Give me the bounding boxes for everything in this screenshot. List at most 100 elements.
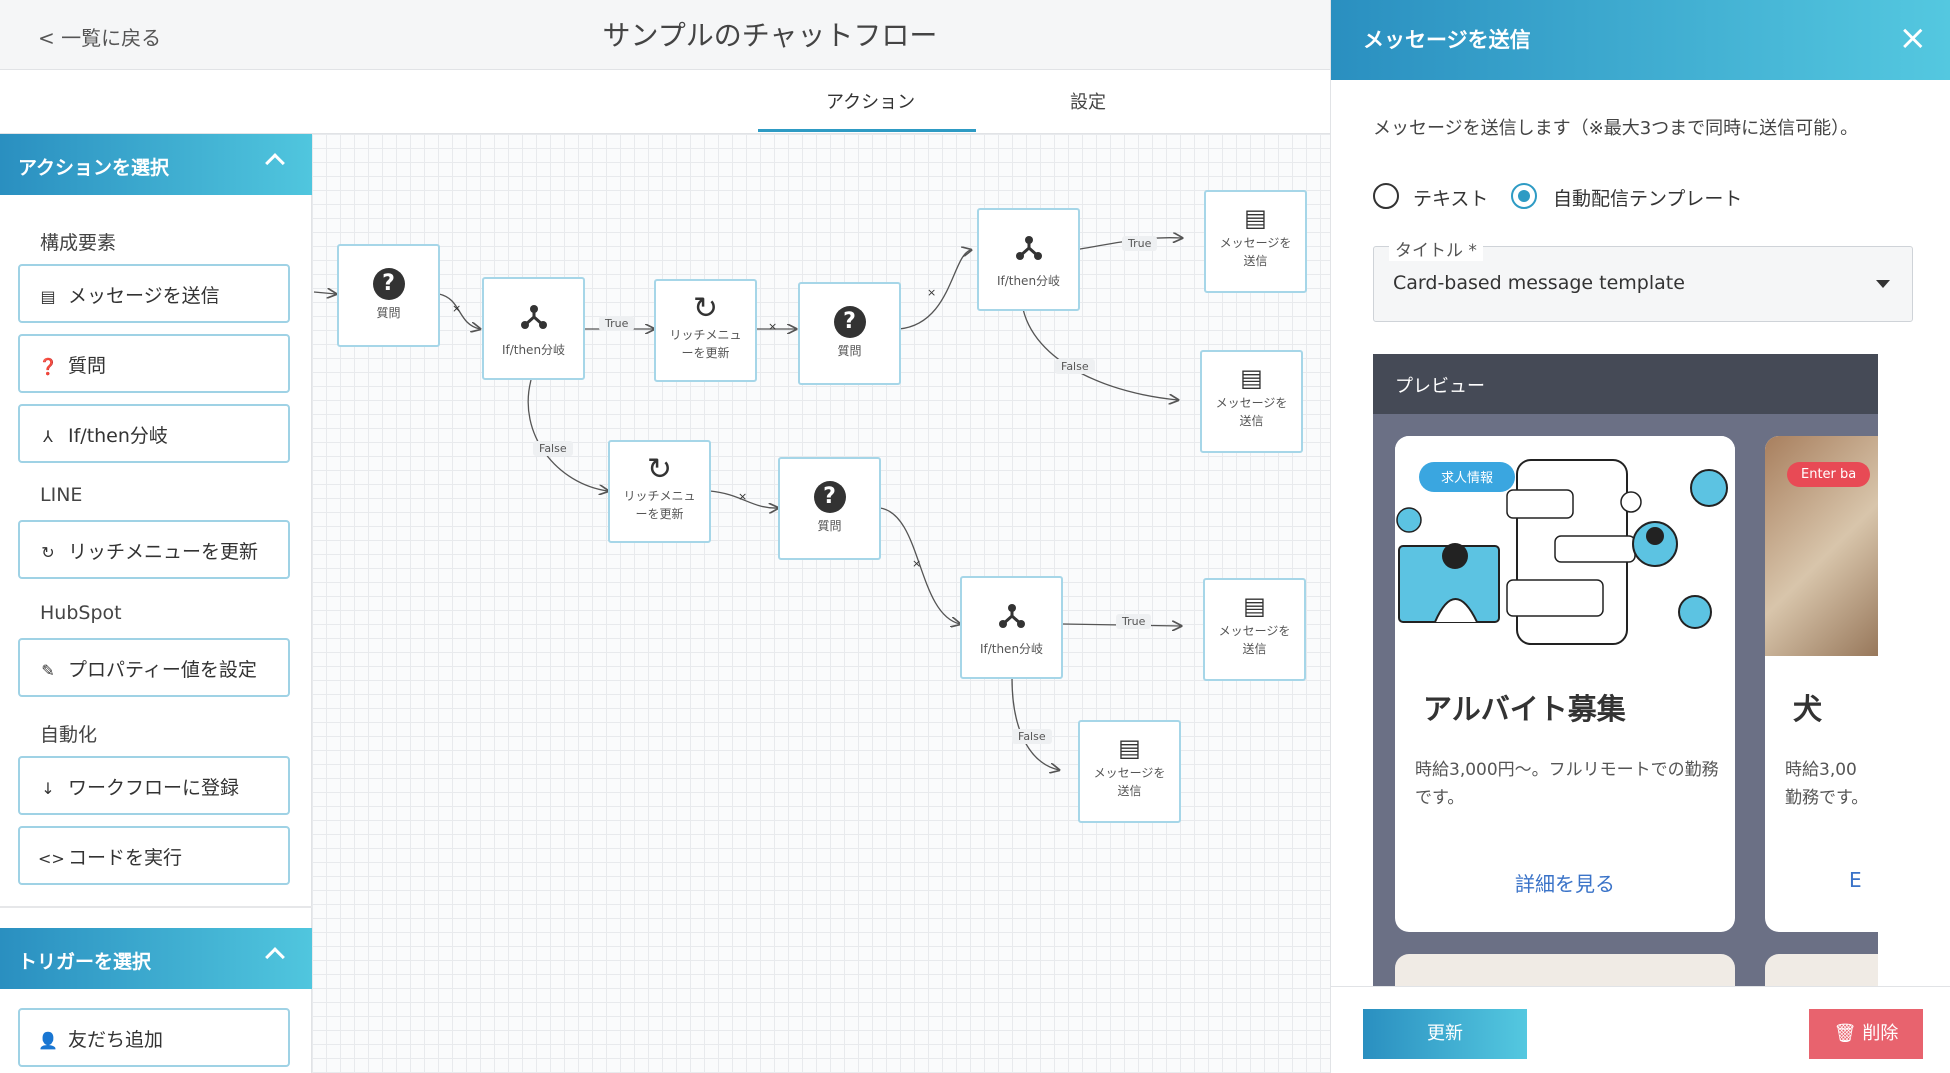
node-label: If/then分岐 — [979, 642, 1044, 656]
panel-header: メッセージを送信 × — [1331, 0, 1950, 80]
update-button[interactable]: 更新 — [1363, 1009, 1527, 1059]
radio-template[interactable] — [1511, 183, 1537, 209]
delete-button[interactable]: 🗑 削除 — [1809, 1009, 1923, 1059]
edge-delete-x[interactable]: × — [452, 302, 461, 315]
card-title: アルバイト募集 — [1423, 692, 1626, 726]
edge-delete-x[interactable]: × — [768, 320, 777, 333]
card-detail-link[interactable]: E — [1849, 868, 1862, 892]
add-enroll-workflow-button[interactable]: ↓ ワークフローに登録 — [18, 756, 290, 815]
node-send-message-1[interactable]: ▤ メッセージを 送信 — [1204, 190, 1307, 293]
add-question-button[interactable]: ❓ 質問 — [18, 334, 290, 393]
edge-entry — [313, 292, 336, 294]
preview-card-1: 求人情報 アルバイト募集 時給3,000円〜。フルリモートでの勤務です。 詳細を… — [1395, 436, 1735, 932]
flow-canvas[interactable]: ? 質問 If/then分岐 ↻ リッチメニュ ーを更新 ? 質問 If/then… — [312, 134, 1330, 1073]
radio-template-label[interactable]: 自動配信テンプレート — [1553, 184, 1742, 211]
preview-card-4 — [1765, 954, 1878, 986]
add-run-code-label: コードを実行 — [68, 847, 183, 869]
triggers-header-label: トリガーを選択 — [18, 951, 152, 973]
add-rich-menu-button[interactable]: ↻ リッチメニューを更新 — [18, 520, 290, 579]
add-friend-trigger-button[interactable]: 👤 友だち追加 — [18, 1008, 290, 1067]
branch-icon — [998, 604, 1025, 628]
actions-header-label: アクションを選択 — [18, 157, 170, 179]
triggers-section-header[interactable]: トリガーを選択 — [0, 928, 312, 989]
panel-footer: 更新 🗑 削除 — [1331, 986, 1950, 1073]
question-icon: ? — [813, 481, 846, 513]
tab-underline — [758, 129, 976, 132]
node-question-3[interactable]: ? 質問 — [778, 457, 881, 560]
chevron-up-icon[interactable] — [265, 947, 285, 967]
add-send-message-button[interactable]: ▤ メッセージを送信 — [18, 264, 290, 323]
card-badge: 求人情報 — [1441, 471, 1493, 486]
template-preview: プレビュー 求人情報 アルバイト募集 時給3,000円〜。フルリモートでの勤務で… — [1373, 354, 1878, 986]
node-label: メッセージを 送信 — [1202, 394, 1301, 430]
add-rich-menu-label: リッチメニューを更新 — [68, 541, 259, 563]
node-label-line2: ーを更新 — [635, 507, 684, 521]
node-label-line1: メッセージを — [1219, 236, 1292, 250]
group-hubspot-label: HubSpot — [40, 602, 122, 624]
preview-card-2: Enter ba 犬 時給3,00 勤務です。 E — [1765, 436, 1878, 932]
question-icon: ❓ — [38, 357, 58, 376]
actions-section-header[interactable]: アクションを選択 — [0, 134, 312, 195]
add-ifthen-button[interactable]: ⅄ If/then分岐 — [18, 404, 290, 463]
card-badge: Enter ba — [1787, 462, 1871, 487]
node-rich-menu-2[interactable]: ↻ リッチメニュ ーを更新 — [608, 440, 711, 543]
add-set-property-button[interactable]: ✎ プロパティー値を設定 — [18, 638, 290, 697]
node-label: If/then分岐 — [501, 343, 566, 357]
branch-icon — [520, 305, 547, 329]
back-link[interactable]: < 一覧に戻る — [38, 22, 161, 51]
node-question-1[interactable]: ? 質問 — [337, 244, 440, 347]
preview-header: プレビュー — [1373, 354, 1878, 414]
tab-settings[interactable]: 設定 — [1070, 88, 1106, 114]
node-ifthen-2[interactable]: If/then分岐 — [977, 208, 1080, 311]
node-rich-menu-1[interactable]: ↻ リッチメニュ ーを更新 — [654, 279, 757, 382]
node-label: メッセージを 送信 — [1206, 234, 1305, 270]
add-set-property-label: プロパティー値を設定 — [68, 659, 257, 681]
edge-delete-x[interactable]: × — [738, 490, 747, 503]
tab-actions[interactable]: アクション — [826, 88, 915, 114]
radio-text[interactable] — [1373, 183, 1399, 209]
node-ifthen-1[interactable]: If/then分岐 — [482, 277, 585, 380]
card-body: 時給3,000円〜。フルリモートでの勤務です。 — [1415, 760, 1719, 808]
node-label: リッチメニュ ーを更新 — [656, 326, 755, 362]
question-icon: ? — [833, 306, 866, 338]
code-icon: <> — [38, 849, 65, 868]
node-send-message-4[interactable]: ▤ メッセージを 送信 — [1078, 720, 1181, 823]
add-run-code-button[interactable]: <> コードを実行 — [18, 826, 290, 885]
close-icon[interactable]: × — [1899, 18, 1928, 58]
card-body-line1: 時給3,00 — [1785, 760, 1857, 780]
node-label: 質問 — [817, 519, 842, 533]
action-sidebar: アクションを選択 構成要素 ▤ メッセージを送信 ❓ 質問 ⅄ If/then分岐 L… — [0, 134, 312, 1073]
node-question-2[interactable]: ? 質問 — [798, 282, 901, 385]
chevron-up-icon[interactable] — [265, 153, 285, 173]
group-automation-label: 自動化 — [40, 724, 98, 746]
node-send-message-3[interactable]: ▤ メッセージを 送信 — [1203, 578, 1306, 681]
edge-if1-rich2 — [527, 379, 608, 491]
connector-layer — [313, 134, 1330, 1073]
edge-delete-x[interactable]: × — [927, 286, 936, 299]
add-user-icon: 👤 — [38, 1031, 58, 1050]
edge-delete-x[interactable]: × — [912, 557, 921, 570]
node-ifthen-3[interactable]: If/then分岐 — [960, 576, 1063, 679]
node-send-message-2[interactable]: ▤ メッセージを 送信 — [1200, 350, 1303, 453]
preview-card-3 — [1395, 954, 1735, 986]
arrow-down-icon: ↓ — [41, 779, 55, 798]
card-title: 犬 — [1793, 692, 1823, 726]
add-question-label: 質問 — [68, 355, 107, 377]
edge-label-false: False — [1012, 729, 1052, 744]
edge-label-true: True — [1116, 614, 1152, 629]
caret-down-icon[interactable] — [1876, 280, 1890, 288]
radio-text-label[interactable]: テキスト — [1413, 184, 1488, 211]
node-label-line2: 送信 — [1243, 254, 1268, 268]
pencil-icon: ✎ — [41, 661, 55, 680]
card-detail-link[interactable]: 詳細を見る — [1395, 868, 1735, 897]
message-icon: ▤ — [40, 287, 56, 306]
top-bar: < 一覧に戻る — [0, 0, 1330, 70]
edge-label-false: False — [533, 441, 573, 456]
trash-icon: 🗑 — [1833, 1023, 1857, 1044]
node-label: 質問 — [376, 306, 401, 320]
card-illustration: 求人情報 — [1395, 436, 1735, 656]
template-title-value: Card-based message template — [1393, 272, 1685, 294]
node-label: リッチメニュ ーを更新 — [610, 487, 709, 523]
add-send-message-label: メッセージを送信 — [68, 285, 220, 307]
branch-icon: ⅄ — [43, 427, 53, 446]
